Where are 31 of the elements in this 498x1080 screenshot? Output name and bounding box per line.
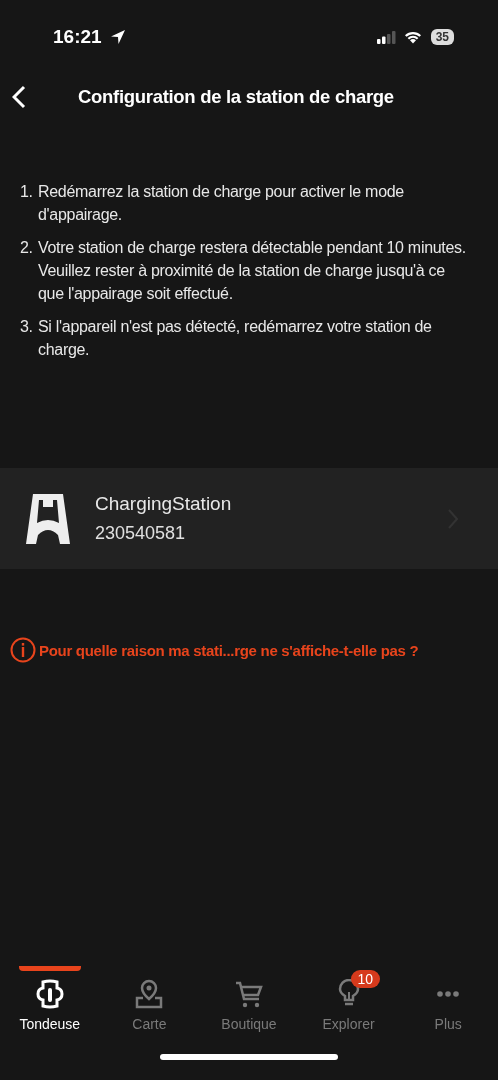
instruction-step: Si l'appareil n'est pas détecté, redémarrez votre station de charge. bbox=[38, 315, 468, 361]
device-name: ChargingStation bbox=[95, 493, 233, 515]
chevron-left-icon bbox=[12, 85, 26, 109]
instruction-step: Redémarrez la station de charge pour activer le mode d'appairage. bbox=[38, 180, 468, 226]
tab[interactable]: Boutique bbox=[199, 966, 299, 1040]
tab[interactable]: 10 Explorer bbox=[298, 966, 399, 1040]
map-pin-icon bbox=[135, 979, 164, 1009]
tab[interactable]: Carte bbox=[99, 966, 200, 1040]
status-time: 16:21 bbox=[53, 26, 102, 48]
cart-icon bbox=[235, 979, 263, 1009]
page-title: Configuration de la station de charge bbox=[78, 86, 394, 108]
back-button[interactable] bbox=[12, 85, 26, 109]
help-link[interactable]: Pour quelle raison ma stati...rge ne s'affiche-t-elle pas ? bbox=[39, 641, 419, 659]
tab[interactable]: Tondeuse bbox=[0, 966, 100, 1040]
mower-icon bbox=[34, 979, 65, 1009]
step-number: 1. bbox=[20, 182, 34, 202]
tab-indicator bbox=[19, 966, 81, 971]
instruction-step: Votre station de charge restera détectable pendant 10 minutes. Veuillez rester à proximité de la station de charge jusqu'à ce que l'appairage soit effectué. bbox=[38, 236, 468, 305]
device-serial: 230540581 bbox=[95, 523, 187, 544]
more-icon bbox=[436, 990, 461, 998]
charging-station-icon bbox=[25, 492, 71, 545]
location-arrow-icon bbox=[109, 29, 126, 45]
wifi-icon bbox=[402, 30, 423, 44]
device-row[interactable]: ChargingStation 230540581 bbox=[0, 468, 498, 569]
battery-indicator: 35 bbox=[430, 29, 454, 45]
step-number: 2. bbox=[20, 238, 34, 258]
notification-badge: 10 bbox=[350, 970, 381, 988]
step-number: 3. bbox=[20, 317, 34, 337]
info-icon bbox=[10, 637, 36, 663]
signal-icon bbox=[376, 30, 397, 44]
tab[interactable]: Plus bbox=[398, 966, 498, 1040]
